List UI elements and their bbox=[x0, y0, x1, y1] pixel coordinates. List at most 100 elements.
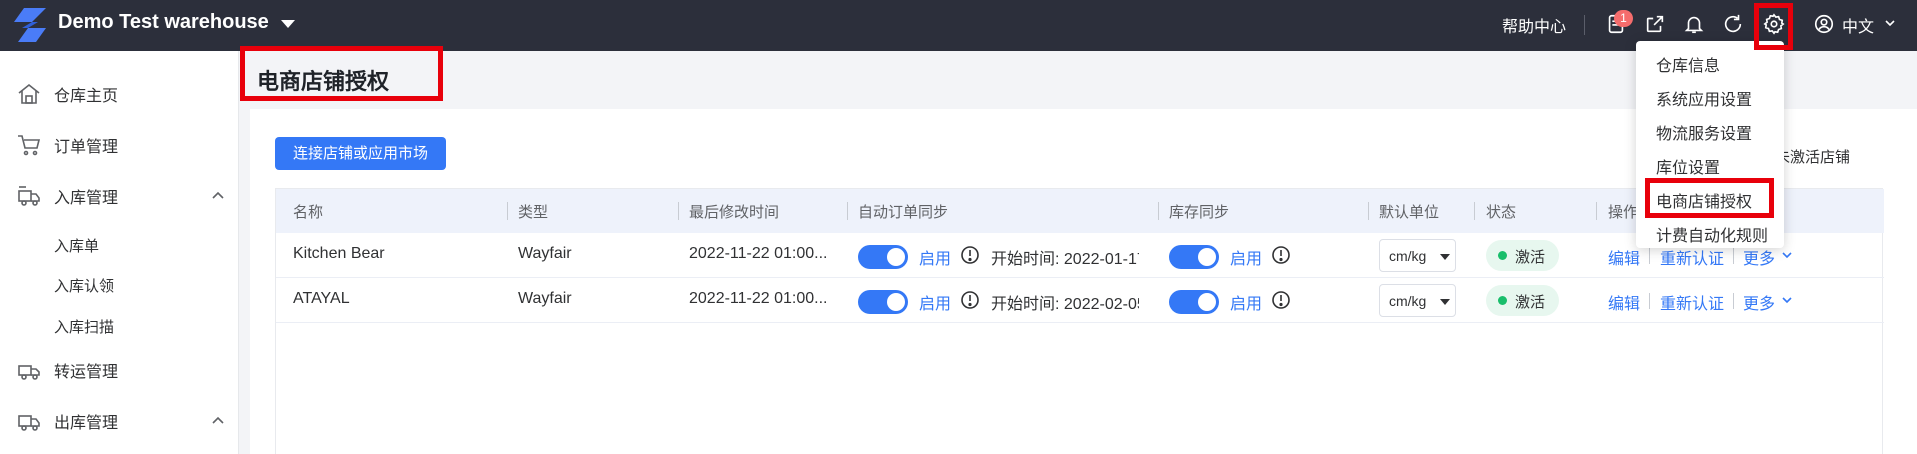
stock-sync-status: 启用 bbox=[1230, 251, 1263, 268]
sidebar-item-orders[interactable]: 订单管理 bbox=[0, 125, 239, 165]
chevron-up-icon[interactable] bbox=[211, 414, 225, 428]
sidebar-subitem-inbound-scan[interactable]: 入库扫描 bbox=[54, 316, 114, 337]
default-unit-select[interactable]: cm/kg bbox=[1379, 284, 1456, 317]
default-unit-select[interactable]: cm/kg bbox=[1379, 239, 1456, 272]
refresh-icon[interactable] bbox=[1721, 12, 1745, 36]
settings-dropdown-menu: 仓库信息 系统应用设置 物流服务设置 库位设置 电商店铺授权 计费自动化规则 bbox=[1636, 41, 1784, 248]
action-divider bbox=[1649, 248, 1650, 264]
column-header-type: 类型 bbox=[518, 204, 549, 221]
language-switcher[interactable]: 中文 bbox=[1842, 13, 1874, 37]
stock-sync-switch[interactable] bbox=[1169, 290, 1219, 314]
chevron-down-icon[interactable] bbox=[1781, 249, 1793, 261]
inbound-truck-icon bbox=[18, 186, 40, 206]
action-divider bbox=[1733, 248, 1734, 264]
action-divider bbox=[1649, 293, 1650, 309]
menu-item-location-settings[interactable]: 库位设置 bbox=[1656, 154, 1720, 178]
brand-logo-icon[interactable] bbox=[14, 8, 46, 42]
bell-icon[interactable] bbox=[1682, 12, 1706, 36]
warehouse-name[interactable]: Demo Test warehouse bbox=[58, 11, 269, 34]
more-link[interactable]: 更多 bbox=[1743, 290, 1775, 314]
auto-order-sync-switch[interactable] bbox=[858, 245, 908, 269]
user-avatar-icon[interactable] bbox=[1812, 12, 1836, 36]
sidebar-item-label: 仓库主页 bbox=[54, 88, 119, 105]
column-divider bbox=[1596, 202, 1597, 220]
sidebar-subitem-inbound-claim[interactable]: 入库认领 bbox=[54, 275, 114, 296]
help-center-link[interactable]: 帮助中心 bbox=[1502, 13, 1566, 37]
edit-link[interactable]: 编辑 bbox=[1608, 245, 1640, 269]
default-unit-value: cm/kg bbox=[1389, 293, 1427, 309]
column-header-unit: 默认单位 bbox=[1379, 204, 1440, 221]
notification-count-badge: 1 bbox=[1614, 10, 1633, 27]
store-type: Wayfair bbox=[518, 290, 572, 307]
chevron-down-icon[interactable] bbox=[1781, 294, 1793, 306]
column-header-status: 状态 bbox=[1486, 204, 1517, 221]
column-header-name: 名称 bbox=[293, 204, 324, 221]
column-divider bbox=[1368, 202, 1369, 220]
warehouse-caret-down-icon[interactable] bbox=[281, 20, 295, 28]
stock-sync-switch[interactable] bbox=[1169, 245, 1219, 269]
sidebar-item-label: 入库管理 bbox=[54, 190, 119, 207]
top-bar: Demo Test warehouse 帮助中心 1 中文 bbox=[0, 0, 1917, 51]
column-header-modified: 最后修改时间 bbox=[689, 204, 780, 221]
status-text: 激活 bbox=[1515, 294, 1546, 311]
reauthenticate-link[interactable]: 重新认证 bbox=[1660, 245, 1724, 269]
menu-item-warehouse-info[interactable]: 仓库信息 bbox=[1656, 52, 1720, 76]
column-divider bbox=[1474, 202, 1475, 220]
table-row: ATAYAL Wayfair 2022-11-22 01:00... 启用 开始… bbox=[276, 278, 1884, 323]
column-divider bbox=[507, 202, 508, 220]
sidebar-item-label: 转运管理 bbox=[54, 364, 119, 381]
menu-item-billing-rules[interactable]: 计费自动化规则 bbox=[1656, 222, 1768, 246]
sidebar-item-label: 出库管理 bbox=[54, 415, 119, 432]
menu-item-store-authorization[interactable]: 电商店铺授权 bbox=[1656, 188, 1752, 212]
column-divider bbox=[847, 202, 848, 220]
caret-down-icon bbox=[1440, 254, 1450, 260]
transfer-icon bbox=[18, 365, 40, 380]
sidebar-subitem-inbound-order[interactable]: 入库单 bbox=[54, 235, 99, 256]
info-circle-icon[interactable] bbox=[960, 290, 980, 310]
menu-item-logistics-settings[interactable]: 物流服务设置 bbox=[1656, 120, 1752, 144]
column-header-actions: 操作 bbox=[1608, 204, 1639, 221]
info-circle-icon[interactable] bbox=[960, 245, 980, 265]
stock-sync-status: 启用 bbox=[1230, 296, 1263, 313]
outbound-truck-icon bbox=[18, 415, 40, 431]
action-divider bbox=[1733, 293, 1734, 309]
status-text: 激活 bbox=[1515, 249, 1546, 266]
export-icon[interactable] bbox=[1643, 12, 1667, 36]
store-name: Kitchen Bear bbox=[293, 245, 385, 262]
more-link[interactable]: 更多 bbox=[1743, 245, 1775, 269]
sidebar: 仓库主页 订单管理 入库管理 入库单 入库认领 入库扫描 转运管理 出库管理 bbox=[0, 51, 239, 454]
info-circle-icon[interactable] bbox=[1271, 290, 1291, 310]
auto-order-sync-switch[interactable] bbox=[858, 290, 908, 314]
cart-icon bbox=[18, 135, 41, 156]
default-unit-value: cm/kg bbox=[1389, 248, 1427, 264]
reauthenticate-link[interactable]: 重新认证 bbox=[1660, 290, 1724, 314]
page-title: 电商店铺授权 bbox=[257, 69, 390, 94]
status-dot-icon bbox=[1498, 251, 1507, 260]
edit-link[interactable]: 编辑 bbox=[1608, 290, 1640, 314]
chevron-up-icon[interactable] bbox=[211, 189, 225, 203]
home-icon bbox=[18, 83, 40, 104]
sidebar-item-outbound[interactable]: 出库管理 bbox=[0, 401, 239, 441]
menu-item-system-app-settings[interactable]: 系统应用设置 bbox=[1656, 86, 1752, 110]
status-badge: 激活 bbox=[1486, 240, 1559, 271]
sidebar-item-warehouse-home[interactable]: 仓库主页 bbox=[0, 74, 239, 114]
sidebar-item-label: 订单管理 bbox=[54, 139, 119, 156]
modified-time: 2022-11-22 01:00... bbox=[689, 290, 828, 307]
column-header-stock-sync: 库存同步 bbox=[1169, 204, 1230, 221]
sync-start-time: 开始时间: 2022-02-05 0 bbox=[991, 296, 1139, 313]
status-badge: 激活 bbox=[1486, 285, 1559, 316]
auto-sync-status: 启用 bbox=[919, 251, 952, 268]
column-divider bbox=[678, 202, 679, 220]
store-name: ATAYAL bbox=[293, 290, 350, 307]
info-circle-icon[interactable] bbox=[1271, 245, 1291, 265]
settings-gear-icon[interactable] bbox=[1762, 12, 1786, 36]
language-chevron-down-icon[interactable] bbox=[1884, 17, 1896, 29]
column-header-auto-sync: 自动订单同步 bbox=[858, 204, 949, 221]
sidebar-item-transfer[interactable]: 转运管理 bbox=[0, 350, 239, 390]
connect-store-button[interactable]: 连接店铺或应用市场 bbox=[275, 137, 446, 170]
auto-sync-status: 启用 bbox=[919, 296, 952, 313]
status-dot-icon bbox=[1498, 296, 1507, 305]
column-divider bbox=[1158, 202, 1159, 220]
sidebar-item-inbound[interactable]: 入库管理 bbox=[0, 176, 239, 216]
sync-start-time: 开始时间: 2022-01-17 0 bbox=[991, 251, 1139, 268]
